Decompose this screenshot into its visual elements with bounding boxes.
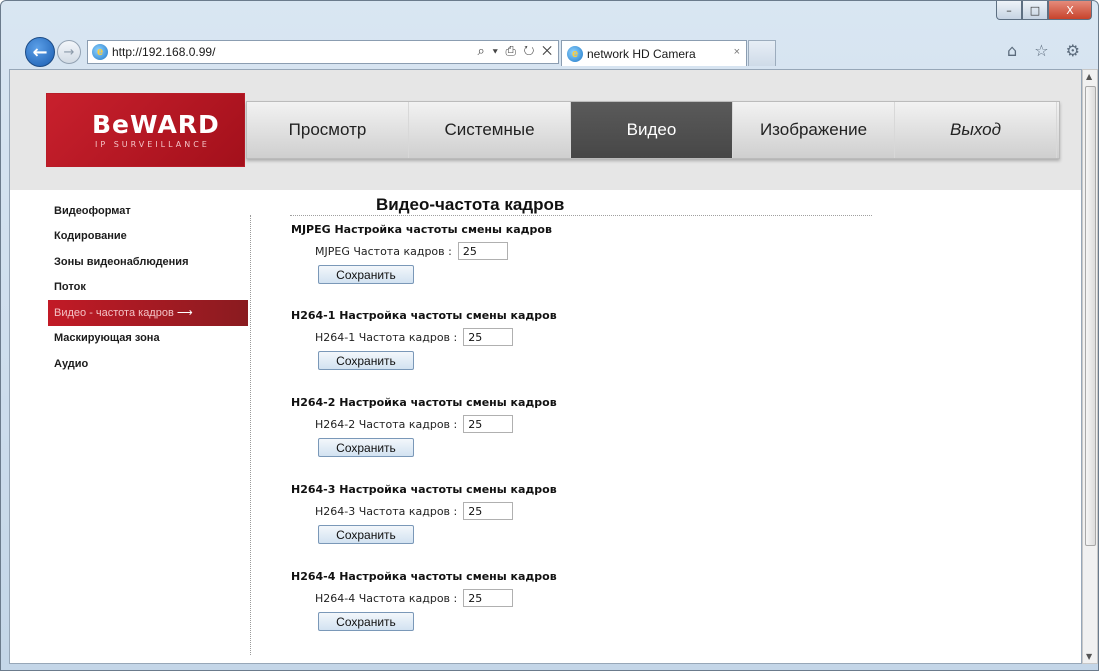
section-h264-1: H264-1 Настройка частоты смены кадров H2…: [291, 309, 557, 370]
sidebar-item-label: Аудио: [54, 357, 89, 370]
section-title: H264-2 Настройка частоты смены кадров: [291, 396, 557, 409]
sidebar-item-label: Маскирующая зона: [54, 332, 160, 345]
forward-button[interactable]: →: [57, 40, 81, 64]
menu-item-video[interactable]: Видео: [571, 102, 733, 158]
field-label: H264-4 Частота кадров :: [315, 591, 458, 605]
tab-ie-icon: e: [567, 45, 583, 62]
field-label: H264-3 Частота кадров :: [315, 504, 458, 518]
menu-item-exit[interactable]: Выход: [895, 102, 1057, 158]
title-bar: – □ X: [1, 1, 1098, 41]
section-h264-4: H264-4 Настройка частоты смены кадров H2…: [291, 570, 557, 631]
h264-3-framerate-input[interactable]: [463, 502, 514, 520]
h264-1-framerate-input[interactable]: [463, 328, 514, 346]
menu-item-view[interactable]: Просмотр: [247, 102, 409, 158]
scroll-down-icon[interactable]: ▼: [1086, 652, 1092, 661]
save-button[interactable]: Сохранить: [318, 612, 414, 631]
browser-window: – □ X ← → e http://192.168.0.99/ ⌕ ▾ ⎙ ↻…: [0, 0, 1099, 671]
field-label: H264-2 Частота кадров :: [315, 417, 458, 431]
mjpeg-framerate-input[interactable]: [457, 242, 508, 260]
framerate-row: H264-1 Частота кадров :: [315, 328, 557, 346]
vertical-scrollbar[interactable]: ▲ ▼: [1082, 69, 1098, 664]
section-h264-2: H264-2 Настройка частоты смены кадров H2…: [291, 396, 557, 457]
scroll-up-icon[interactable]: ▲: [1086, 72, 1092, 81]
sidebar-item-mask[interactable]: Маскирующая зона: [48, 326, 248, 352]
logo-text: BeWARD: [92, 110, 220, 139]
save-button[interactable]: Сохранить: [318, 525, 414, 544]
minimize-button[interactable]: –: [996, 1, 1022, 20]
new-tab-button[interactable]: [748, 40, 776, 66]
sidebar-item-label: Видео - частота кадров: [54, 306, 174, 319]
address-bar[interactable]: e http://192.168.0.99/ ⌕ ▾ ⎙ ↻ ✕: [87, 40, 559, 64]
close-window-button[interactable]: X: [1048, 1, 1092, 20]
sidebar-item-stream[interactable]: Поток: [48, 275, 248, 301]
sidebar-item-encoding[interactable]: Кодирование: [48, 224, 248, 250]
page-viewport: BeWARD IP SURVEILLANCE Просмотр Системны…: [9, 69, 1082, 664]
sidebar: Видеоформат Кодирование Зоны видеонаблюд…: [48, 198, 248, 377]
toolbar-icons[interactable]: ⌂ ☆ ⚙: [1007, 41, 1086, 60]
save-button[interactable]: Сохранить: [318, 438, 414, 457]
framerate-row: H264-3 Частота кадров :: [315, 502, 557, 520]
page-title: Видео-частота кадров: [376, 195, 565, 214]
tab-close-icon[interactable]: ×: [734, 46, 740, 58]
sidebar-item-label: Кодирование: [54, 230, 127, 243]
framerate-row: MJPEG Частота кадров :: [315, 242, 552, 260]
section-title: H264-3 Настройка частоты смены кадров: [291, 483, 557, 496]
url-text: http://192.168.0.99/: [112, 45, 216, 59]
framerate-row: H264-4 Частота кадров :: [315, 589, 557, 607]
title-divider: [290, 215, 872, 216]
save-button[interactable]: Сохранить: [318, 351, 414, 370]
h264-4-framerate-input[interactable]: [463, 589, 514, 607]
logo-subtitle: IP SURVEILLANCE: [95, 140, 210, 149]
h264-2-framerate-input[interactable]: [463, 415, 514, 433]
tab-title: network HD Camera: [587, 46, 696, 61]
section-title: H264-1 Настройка частоты смены кадров: [291, 309, 557, 322]
sidebar-divider: [250, 215, 251, 655]
menu-item-image[interactable]: Изображение: [733, 102, 895, 158]
framerate-row: H264-2 Частота кадров :: [315, 415, 557, 433]
back-arrow-icon: ←: [32, 41, 48, 63]
browser-tab[interactable]: e network HD Camera ×: [561, 40, 747, 66]
sidebar-item-zones[interactable]: Зоны видеонаблюдения: [48, 249, 248, 275]
field-label: MJPEG Частота кадров :: [315, 244, 452, 258]
section-h264-3: H264-3 Настройка частоты смены кадров H2…: [291, 483, 557, 544]
section-title: H264-4 Настройка частоты смены кадров: [291, 570, 557, 583]
sidebar-item-label: Видеоформат: [54, 204, 131, 217]
main-menu: Просмотр Системные Видео Изображение Вых…: [246, 101, 1060, 159]
save-button[interactable]: Сохранить: [318, 265, 414, 284]
arrow-right-icon: ⟶: [176, 307, 193, 320]
sidebar-item-label: Зоны видеонаблюдения: [54, 255, 189, 268]
back-button[interactable]: ←: [25, 37, 55, 67]
section-mjpeg: MJPEG Настройка частоты смены кадров MJP…: [291, 223, 552, 284]
beward-logo: BeWARD IP SURVEILLANCE: [47, 94, 244, 166]
ie-page-icon: e: [92, 44, 108, 60]
section-title: MJPEG Настройка частоты смены кадров: [291, 223, 552, 236]
sidebar-item-audio[interactable]: Аудио: [48, 351, 248, 377]
field-label: H264-1 Частота кадров :: [315, 330, 458, 344]
menu-item-system[interactable]: Системные: [409, 102, 571, 158]
address-tools-icons[interactable]: ⌕ ▾ ⎙ ↻ ✕: [478, 43, 554, 59]
sidebar-item-label: Поток: [54, 281, 86, 294]
sidebar-item-framerate[interactable]: Видео - частота кадров ⟶: [48, 300, 248, 326]
window-controls: – □ X: [996, 1, 1092, 20]
sidebar-item-videoformat[interactable]: Видеоформат: [48, 198, 248, 224]
forward-arrow-icon: →: [63, 44, 75, 60]
scrollbar-thumb[interactable]: [1085, 86, 1096, 546]
maximize-button[interactable]: □: [1022, 1, 1048, 20]
